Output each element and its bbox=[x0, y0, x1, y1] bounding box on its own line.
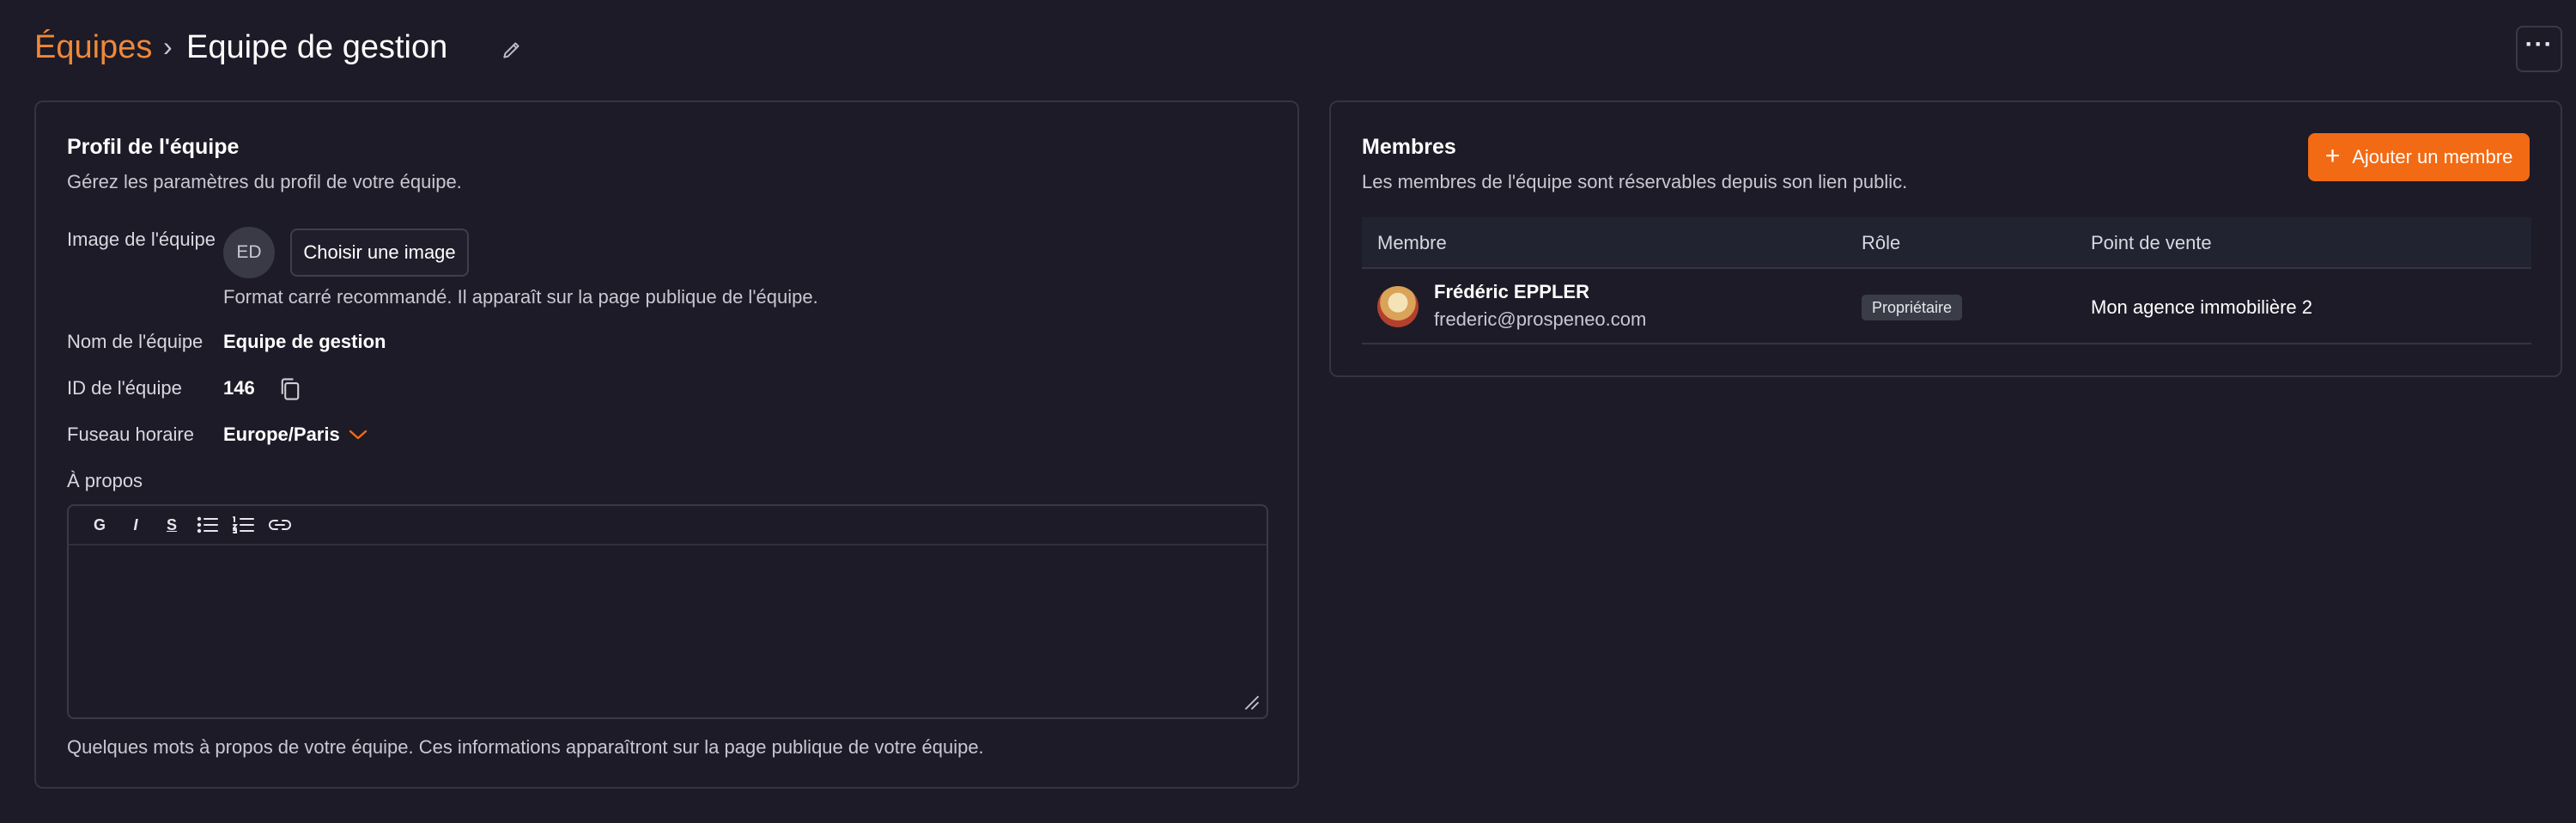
resize-handle-icon[interactable] bbox=[1242, 693, 1260, 710]
link-icon bbox=[269, 520, 291, 530]
members-title: Membres bbox=[1362, 135, 1456, 159]
bullet-list-icon bbox=[197, 516, 218, 533]
member-name: Frédéric EPPLER bbox=[1434, 281, 1589, 302]
underline-button[interactable]: S bbox=[160, 512, 184, 538]
profile-title: Profil de l'équipe bbox=[67, 135, 240, 159]
members-table-header: Membre Rôle Point de vente bbox=[1362, 217, 2531, 269]
copy-icon[interactable] bbox=[278, 376, 302, 402]
numbered-list-icon bbox=[233, 516, 254, 533]
member-email: frederic@prospeneo.com bbox=[1434, 308, 1647, 330]
add-member-label: Ajouter un membre bbox=[2352, 146, 2513, 168]
editor-toolbar: G I S bbox=[69, 506, 1267, 546]
choose-image-button[interactable]: Choisir une image bbox=[290, 229, 469, 277]
point-of-sale-value: Mon agence immobilière 2 bbox=[2091, 296, 2313, 318]
image-hint: Format carré recommandé. Il apparaît sur… bbox=[223, 286, 818, 308]
about-hint: Quelques mots à propos de votre équipe. … bbox=[67, 736, 984, 758]
timezone-label: Fuseau horaire bbox=[67, 424, 194, 445]
plus-icon: + bbox=[2324, 141, 2341, 170]
team-id-label: ID de l'équipe bbox=[67, 377, 182, 399]
bullet-list-button[interactable] bbox=[196, 512, 220, 538]
column-header-member: Membre bbox=[1377, 232, 1447, 253]
timezone-select[interactable]: Europe/Paris bbox=[223, 422, 368, 448]
more-options-button[interactable]: ··· bbox=[2516, 26, 2562, 72]
bold-button[interactable]: G bbox=[88, 512, 112, 538]
team-id-value: 146 bbox=[223, 377, 255, 399]
team-name-value: Equipe de gestion bbox=[223, 331, 386, 352]
role-badge: Propriétaire bbox=[1862, 295, 1963, 320]
breadcrumb-link-teams[interactable]: Équipes bbox=[34, 29, 152, 66]
team-avatar: ED bbox=[223, 227, 275, 278]
italic-button[interactable]: I bbox=[124, 512, 148, 538]
link-button[interactable] bbox=[268, 512, 292, 538]
breadcrumb-separator: › bbox=[163, 31, 173, 62]
timezone-value: Europe/Paris bbox=[223, 424, 340, 445]
members-card: Membres Les membres de l'équipe sont rés… bbox=[1329, 101, 2562, 377]
numbered-list-button[interactable] bbox=[232, 512, 256, 538]
column-header-point-of-sale: Point de vente bbox=[2091, 232, 2212, 253]
about-label: À propos bbox=[67, 470, 143, 491]
about-textarea[interactable] bbox=[69, 546, 1267, 717]
column-header-role: Rôle bbox=[1862, 232, 1901, 253]
members-subtitle: Les membres de l'équipe sont réservables… bbox=[1362, 171, 1908, 192]
profile-subtitle: Gérez les paramètres du profil de votre … bbox=[67, 171, 462, 192]
team-name-label: Nom de l'équipe bbox=[67, 331, 204, 352]
page-title: Equipe de gestion bbox=[186, 29, 448, 65]
table-row[interactable]: Frédéric EPPLER frederic@prospeneo.com P… bbox=[1362, 271, 2531, 344]
team-image-label: Image de l'équipe bbox=[67, 229, 216, 250]
add-member-button[interactable]: + Ajouter un membre bbox=[2308, 133, 2530, 181]
pencil-icon[interactable] bbox=[501, 39, 523, 61]
team-profile-card: Profil de l'équipe Gérez les paramètres … bbox=[34, 101, 1299, 789]
avatar bbox=[1377, 286, 1419, 327]
ellipsis-icon: ··· bbox=[2524, 30, 2554, 58]
about-editor: G I S bbox=[67, 504, 1268, 719]
page-header: Équipes › Equipe de gestion ··· bbox=[34, 24, 2562, 76]
chevron-down-icon bbox=[349, 430, 367, 440]
